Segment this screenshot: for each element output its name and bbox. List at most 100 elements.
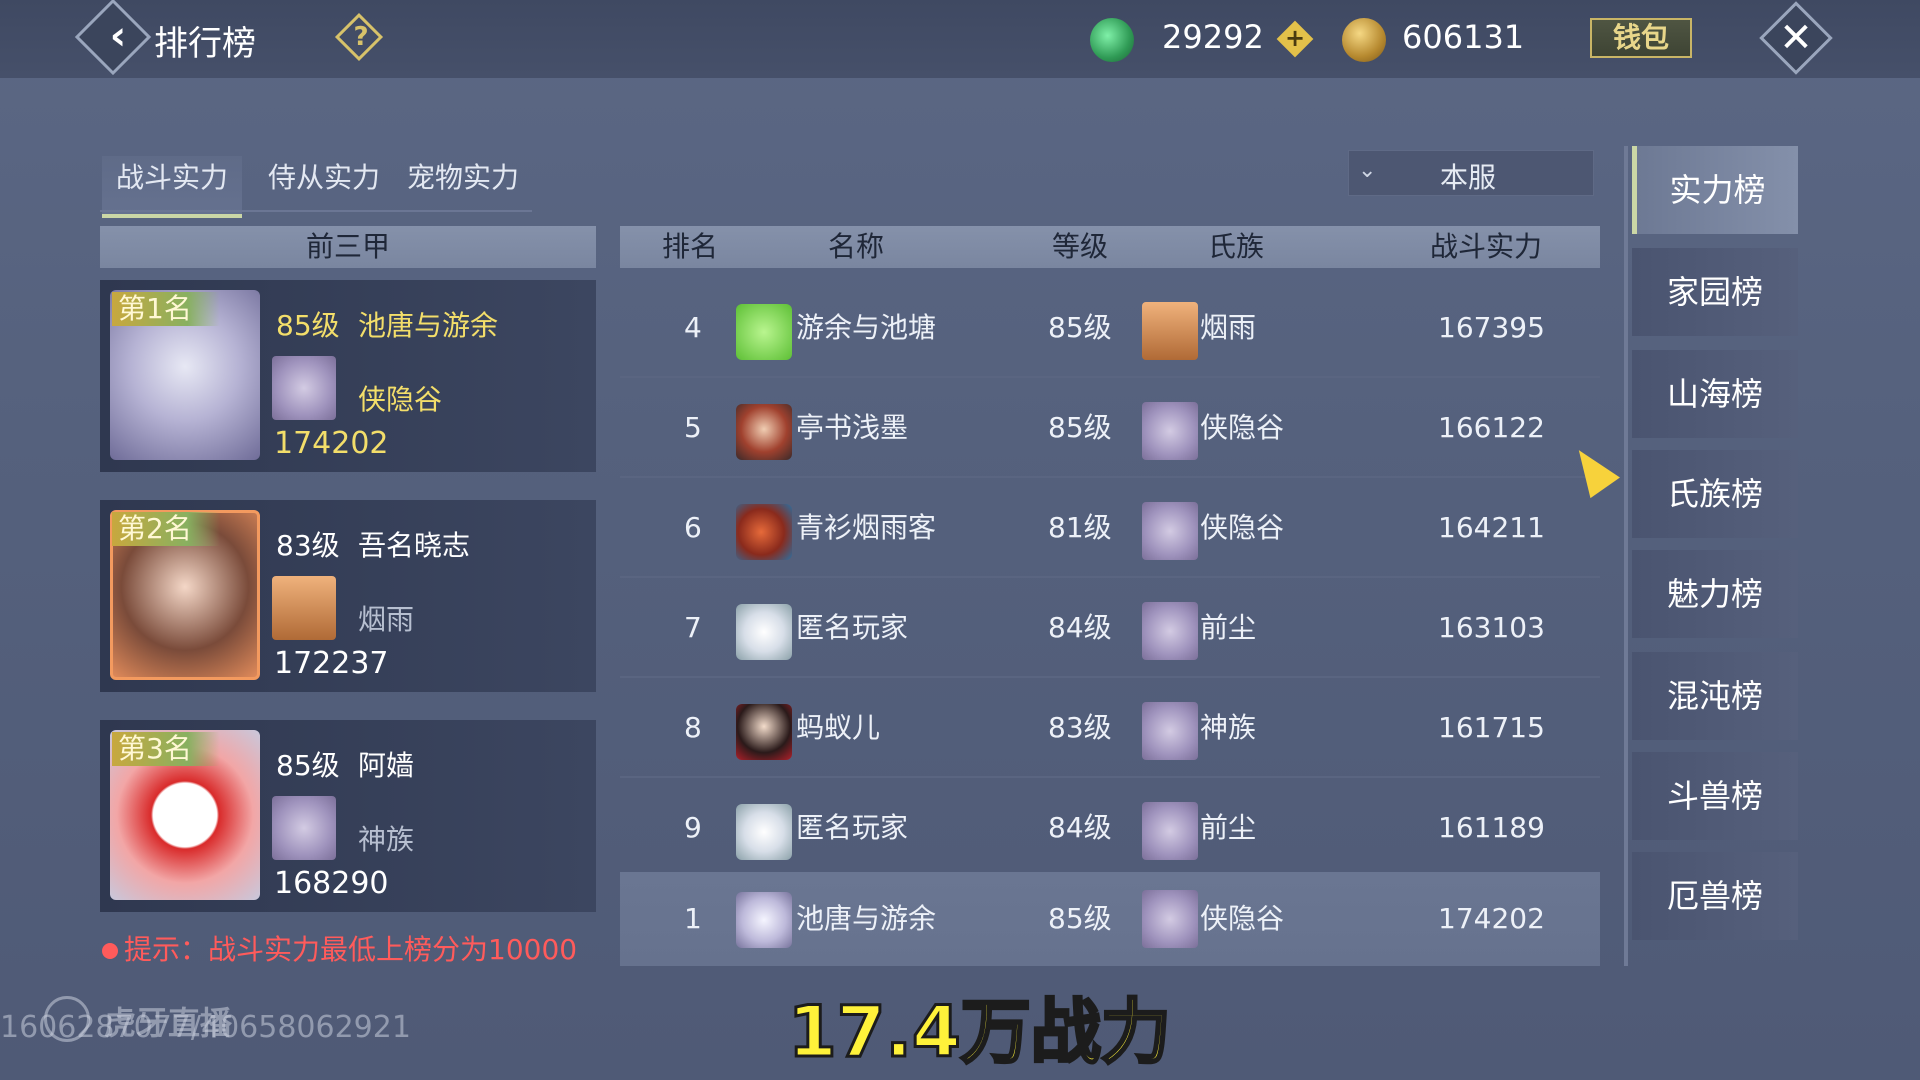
row-rank: 8 bbox=[684, 711, 702, 744]
back-arrow-icon[interactable]: ‹ bbox=[96, 14, 140, 58]
row-clan: 神族 bbox=[1200, 711, 1257, 744]
player-avatar-icon bbox=[736, 304, 792, 360]
row-clan: 侠隐谷 bbox=[1200, 902, 1285, 935]
column-header-rank: 排名 bbox=[662, 230, 719, 263]
nav-charm-ranking[interactable]: 魅力榜 bbox=[1632, 550, 1798, 638]
row-level: 85级 bbox=[1048, 902, 1112, 935]
clan-emblem-icon bbox=[272, 796, 336, 860]
player-level: 85级 bbox=[276, 309, 340, 342]
row-name: 蚂蚁儿 bbox=[796, 711, 881, 744]
column-header-name: 名称 bbox=[828, 230, 885, 263]
row-level: 84级 bbox=[1048, 811, 1112, 844]
right-nav-divider bbox=[1624, 146, 1628, 966]
clan-emblem-icon bbox=[272, 576, 336, 640]
chevron-down-icon[interactable]: ⌄ bbox=[1358, 158, 1376, 183]
row-level: 85级 bbox=[1048, 311, 1112, 344]
player-name: 阿嫱 bbox=[358, 749, 415, 782]
nav-clan-ranking[interactable]: 氏族榜 bbox=[1632, 450, 1798, 538]
my-rank-row[interactable]: 1 池唐与游余 85级 侠隐谷 174202 bbox=[620, 872, 1600, 966]
player-power: 168290 bbox=[274, 866, 389, 901]
row-clan: 侠隐谷 bbox=[1200, 511, 1285, 544]
tab-follower-power[interactable]: 侍从实力 bbox=[254, 156, 394, 214]
top3-card-2[interactable]: 第2名 83级 吾名晓志 烟雨 172237 bbox=[100, 500, 596, 692]
row-clan: 烟雨 bbox=[1200, 311, 1257, 344]
coin-currency-icon bbox=[1342, 18, 1386, 62]
player-avatar-icon bbox=[736, 892, 792, 948]
table-row[interactable]: 9 匿名玩家 84级 前尘 161189 bbox=[620, 778, 1600, 878]
top3-header: 前三甲 bbox=[100, 226, 596, 268]
player-name: 吾名晓志 bbox=[358, 529, 471, 562]
player-avatar-icon bbox=[736, 604, 792, 660]
player-avatar-icon bbox=[736, 504, 792, 560]
row-rank: 1 bbox=[684, 902, 702, 935]
nav-home-ranking[interactable]: 家园榜 bbox=[1632, 248, 1798, 336]
page-title: 排行榜 bbox=[154, 24, 256, 64]
nav-strength-ranking[interactable]: 实力榜 bbox=[1632, 146, 1798, 234]
clan-emblem-icon bbox=[1142, 502, 1198, 560]
minimum-score-hint: 提示：战斗实力最低上榜分为10000 bbox=[102, 928, 577, 968]
player-clan: 侠隐谷 bbox=[358, 383, 443, 416]
row-power: 164211 bbox=[1438, 511, 1545, 544]
jade-currency-value: 29292 bbox=[1162, 18, 1264, 56]
top3-card-3[interactable]: 第3名 85级 阿嫱 神族 168290 bbox=[100, 720, 596, 912]
nav-shanhai-ranking[interactable]: 山海榜 bbox=[1632, 350, 1798, 438]
row-name: 亭书浅墨 bbox=[796, 411, 909, 444]
hint-text: 提示：战斗实力最低上榜分为10000 bbox=[124, 933, 578, 966]
player-power: 174202 bbox=[274, 426, 389, 461]
row-clan: 前尘 bbox=[1200, 611, 1257, 644]
row-power: 161189 bbox=[1438, 811, 1545, 844]
row-rank: 4 bbox=[684, 311, 702, 344]
tab-combat-power[interactable]: 战斗实力 bbox=[102, 156, 242, 218]
column-header-power: 战斗实力 bbox=[1430, 230, 1543, 263]
row-rank: 6 bbox=[684, 511, 702, 544]
warning-icon bbox=[102, 943, 118, 959]
row-rank: 5 bbox=[684, 411, 702, 444]
top3-card-1[interactable]: 第1名 85级 池唐与游余 侠隐谷 174202 bbox=[100, 280, 596, 472]
tab-divider bbox=[100, 210, 532, 212]
player-clan: 烟雨 bbox=[358, 603, 415, 636]
row-power: 161715 bbox=[1438, 711, 1545, 744]
column-header-level: 等级 bbox=[1052, 230, 1109, 263]
server-filter-label[interactable]: 本服 bbox=[1440, 156, 1496, 196]
row-name: 匿名玩家 bbox=[796, 611, 909, 644]
column-header-clan: 氏族 bbox=[1208, 230, 1265, 263]
row-power: 167395 bbox=[1438, 311, 1545, 344]
row-clan: 前尘 bbox=[1200, 811, 1257, 844]
clan-emblem-icon bbox=[1142, 802, 1198, 860]
player-avatar-icon bbox=[736, 804, 792, 860]
table-row[interactable]: 5 亭书浅墨 85级 侠隐谷 166122 bbox=[620, 378, 1600, 478]
clan-emblem-icon bbox=[1142, 890, 1198, 948]
nav-calamity-beast-ranking[interactable]: 厄兽榜 bbox=[1632, 852, 1798, 940]
row-clan: 侠隐谷 bbox=[1200, 411, 1285, 444]
row-level: 81级 bbox=[1048, 511, 1112, 544]
player-level: 83级 bbox=[276, 529, 340, 562]
row-level: 84级 bbox=[1048, 611, 1112, 644]
tab-pet-power[interactable]: 宠物实力 bbox=[398, 156, 528, 214]
video-caption: 17.4万战力 bbox=[787, 990, 1173, 1075]
table-row[interactable]: 6 青衫烟雨客 81级 侠隐谷 164211 bbox=[620, 478, 1600, 578]
wallet-button[interactable]: 钱包 bbox=[1590, 18, 1692, 58]
plus-icon[interactable]: + bbox=[1282, 24, 1308, 52]
nav-chaos-ranking[interactable]: 混沌榜 bbox=[1632, 652, 1798, 740]
row-name: 匿名玩家 bbox=[796, 811, 909, 844]
row-power: 174202 bbox=[1438, 902, 1545, 935]
table-header: 排名 名称 等级 氏族 战斗实力 bbox=[620, 226, 1600, 268]
nav-beast-fight-ranking[interactable]: 斗兽榜 bbox=[1632, 752, 1798, 840]
row-level: 83级 bbox=[1048, 711, 1112, 744]
table-row[interactable]: 8 蚂蚁儿 83级 神族 161715 bbox=[620, 678, 1600, 778]
table-row[interactable]: 4 游余与池塘 85级 烟雨 167395 bbox=[620, 278, 1600, 378]
row-name: 游余与池塘 bbox=[796, 311, 937, 344]
row-power: 163103 bbox=[1438, 611, 1545, 644]
help-icon[interactable]: ? bbox=[344, 18, 378, 56]
clan-emblem-icon bbox=[1142, 302, 1198, 360]
player-avatar-icon bbox=[736, 704, 792, 760]
row-rank: 7 bbox=[684, 611, 702, 644]
table-row[interactable]: 7 匿名玩家 84级 前尘 163103 bbox=[620, 578, 1600, 678]
clan-emblem-icon bbox=[1142, 402, 1198, 460]
coin-currency-value: 606131 bbox=[1402, 18, 1525, 56]
clan-emblem-icon bbox=[272, 356, 336, 420]
close-icon[interactable]: ✕ bbox=[1770, 12, 1822, 64]
player-avatar-icon bbox=[736, 404, 792, 460]
row-name: 青衫烟雨客 bbox=[796, 511, 937, 544]
rank-flag: 第3名 bbox=[112, 732, 220, 766]
